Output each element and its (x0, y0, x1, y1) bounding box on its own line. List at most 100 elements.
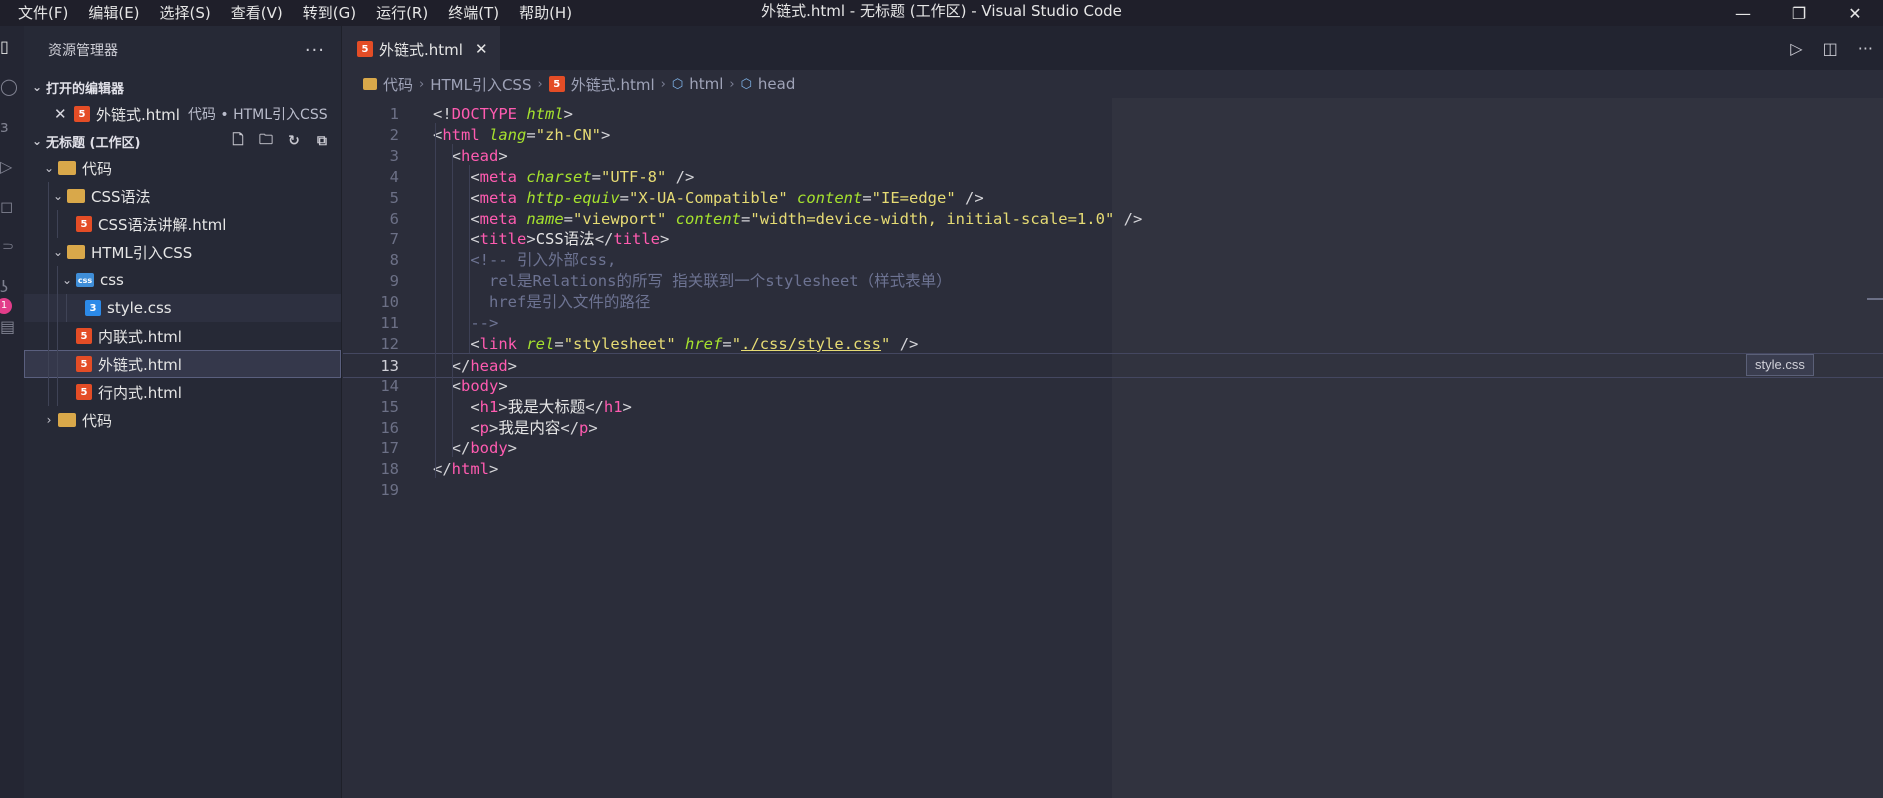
tree-item-label: HTML引入CSS (91, 243, 193, 262)
indent-guide (48, 350, 49, 378)
code-token: rel是Relations的所写 指关联到一个stylesheet（样式表单） (433, 272, 952, 291)
restore-button[interactable]: ❐ (1771, 0, 1827, 26)
minimize-button[interactable]: — (1715, 0, 1771, 26)
code-token: meta (479, 167, 517, 186)
code-token: = (741, 209, 751, 228)
indent-guide (57, 266, 58, 294)
explorer-icon[interactable]: ▯ (0, 26, 24, 66)
code-editor[interactable]: 1 <!DOCTYPE html> 2 <html lang="zh-CN"> 3 <h… (343, 98, 1883, 798)
menu-item[interactable]: 终端(T) (438, 0, 509, 26)
tree-item-label: 内联式.html (98, 327, 182, 346)
tree-item[interactable]: ⌄ CSS语法 (24, 182, 341, 210)
indent-guide (48, 294, 49, 322)
editor-group: 5 外链式.html ✕ ▷ ◫ ··· 代码 › HTML引入CSS › 5 外链式.h… (343, 26, 1883, 798)
breadcrumb-item[interactable]: HTML引入CSS (430, 74, 531, 95)
code-token: <!-- 引入外部css, (433, 251, 617, 270)
code-token: </ (594, 230, 614, 249)
tree-item[interactable]: ⌄ 代码 (24, 154, 341, 182)
code-token: 我是内容 (498, 418, 561, 437)
remote-icon[interactable]: ⸧ (0, 226, 24, 266)
indent-guide (57, 294, 58, 322)
tab-active-file[interactable]: 5 外链式.html ✕ (343, 26, 500, 70)
code-token: </ (585, 397, 604, 416)
scrollbar-marker[interactable] (1867, 298, 1883, 300)
code-token: "UTF-8" (601, 167, 667, 186)
editor-actions: ▷ ◫ ··· (1790, 26, 1873, 70)
folder-icon (58, 413, 76, 427)
close-icon[interactable]: ✕ (475, 40, 488, 58)
breadcrumb-item[interactable]: ⬡ html (672, 75, 724, 93)
indent-guide (452, 143, 453, 374)
menu-item[interactable]: 转到(G) (293, 0, 366, 26)
breadcrumb-label: html (689, 75, 724, 93)
code-token: > (489, 418, 499, 437)
code-token: < (433, 334, 480, 353)
code-token: <! (433, 105, 452, 123)
code-token: > (563, 105, 574, 123)
tree-item[interactable]: 5 CSS语法讲解.html (24, 210, 341, 238)
split-editor-icon[interactable]: ◫ (1823, 39, 1838, 58)
menu-item[interactable]: 编辑(E) (78, 0, 149, 26)
tree-item-label: 代码 (82, 411, 113, 430)
code-token: html (526, 105, 564, 123)
new-folder-icon[interactable]: 🗀 (257, 129, 275, 153)
code-token: > (507, 356, 517, 375)
code-token: p (479, 418, 490, 437)
menu-item[interactable]: 查看(V) (221, 0, 293, 26)
menu-item[interactable]: 帮助(H) (509, 0, 582, 26)
breadcrumb-item[interactable]: ⬡ head (741, 75, 796, 93)
workspace-header[interactable]: ⌄ 无标题 (工作区) 🗋 🗀 ↻ ⧉ (24, 128, 341, 154)
chevron-down-icon: ⌄ (31, 134, 43, 148)
menu-item[interactable]: 文件(F) (8, 0, 78, 26)
breadcrumb-item[interactable]: 5 外链式.html (548, 74, 655, 95)
menu-item[interactable]: 选择(S) (150, 0, 221, 26)
indent-guide (48, 238, 49, 266)
sidebar-header: 资源管理器 ··· (24, 26, 341, 74)
tree-item[interactable]: 3 style.css (24, 294, 341, 322)
chevron-down-icon: ⌄ (52, 245, 64, 259)
open-editor-filename: 外链式.html (96, 105, 180, 124)
chevron-down-icon: ⌄ (52, 189, 64, 203)
extensions-icon[interactable]: ◻ (0, 186, 24, 226)
more-actions-icon[interactable]: ··· (305, 40, 325, 61)
tree-item[interactable]: 5 内联式.html (24, 322, 341, 350)
tree-item[interactable]: 5 外链式.html (24, 350, 341, 378)
run-debug-icon[interactable]: ▷ (0, 146, 24, 186)
menu-item[interactable]: 运行(R) (366, 0, 438, 26)
refresh-icon[interactable]: ↻ (285, 133, 303, 149)
link-hover-label: style.css (1746, 354, 1814, 376)
open-editor-item[interactable]: ✕ 5 外链式.html 代码 • HTML引入CSS (24, 100, 341, 128)
tree-item-label: 行内式.html (98, 383, 182, 402)
breadcrumb-item[interactable]: 代码 (363, 74, 413, 95)
more-actions-icon[interactable]: ··· (1858, 39, 1873, 58)
close-icon[interactable]: ✕ (54, 105, 74, 123)
code-token: html (442, 125, 480, 144)
collapse-all-icon[interactable]: ⧉ (313, 133, 331, 149)
tree-item[interactable]: 5 行内式.html (24, 378, 341, 406)
code-token: > (489, 460, 499, 479)
search-icon[interactable]: ◯ (0, 66, 24, 106)
indent-guide (452, 373, 453, 458)
new-file-icon[interactable]: 🗋 (229, 129, 247, 153)
code-token: < (433, 397, 480, 416)
close-window-button[interactable]: ✕ (1827, 0, 1883, 26)
code-token: > (526, 230, 536, 249)
code-token: ./css/style.css (741, 334, 882, 353)
indent-guide (48, 210, 49, 238)
tree-item[interactable]: ⌄ css css (24, 266, 341, 294)
open-editors-header[interactable]: ⌄ 打开的编辑器 (24, 74, 341, 100)
html5-file-icon: 5 (76, 328, 92, 344)
code-token: link (479, 334, 517, 353)
code-token: "zh-CN" (535, 125, 602, 144)
indent-guide (435, 122, 436, 479)
code-token: meta (479, 209, 517, 228)
source-control-icon[interactable]: ɜ (0, 106, 24, 146)
code-token: > (660, 230, 670, 249)
tree-item[interactable]: ⌄ HTML引入CSS (24, 238, 341, 266)
indent-guide (48, 266, 49, 294)
run-icon[interactable]: ▷ (1790, 39, 1802, 58)
indent-guide (48, 378, 49, 406)
code-token: head (470, 356, 508, 375)
tree-item[interactable]: › 代码 (24, 406, 341, 434)
line-number: 19 (380, 481, 399, 500)
